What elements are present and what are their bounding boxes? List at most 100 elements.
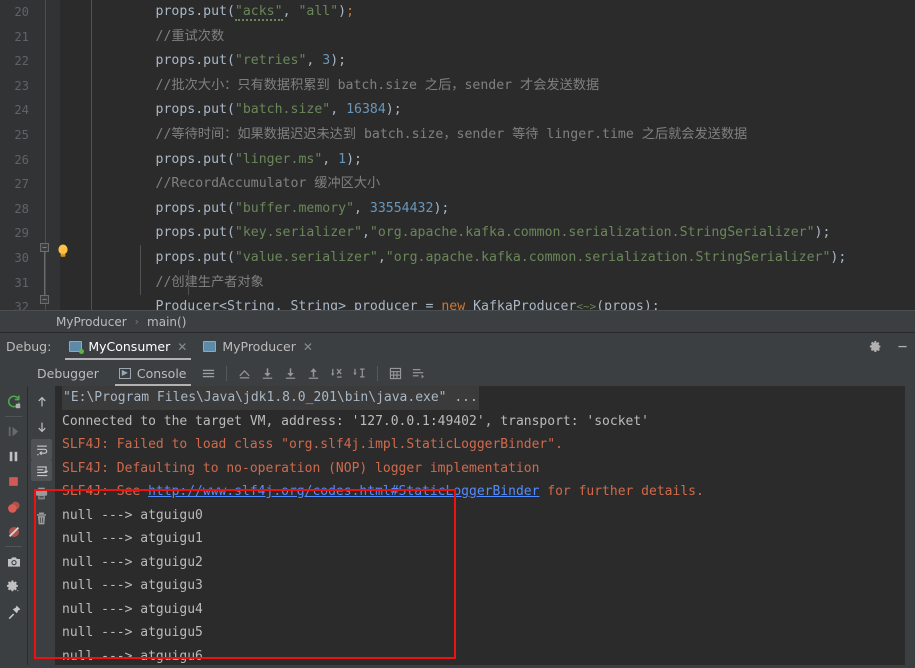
scroll-to-end-button[interactable]: [31, 460, 52, 481]
line-number: 29: [0, 221, 38, 246]
code-token: 1: [338, 152, 346, 167]
code-line[interactable]: props.put("key.serializer","org.apache.k…: [60, 221, 915, 246]
gear-icon[interactable]: [869, 340, 882, 353]
code-line[interactable]: //批次大小：只有数据积累到 batch.size 之后，sender 才会发送…: [60, 74, 915, 99]
console-line: null ---> atguigu4: [56, 598, 905, 622]
frames-icon[interactable]: [199, 364, 218, 383]
breadcrumb-method[interactable]: main(): [147, 315, 186, 329]
toolbar-separator: [226, 366, 227, 381]
breadcrumb-class[interactable]: MyProducer: [56, 315, 127, 329]
code-token: //RecordAccumulator 缓冲区大小: [92, 176, 380, 191]
mute-breakpoints-button[interactable]: [2, 519, 25, 544]
scroll-down-button[interactable]: [30, 414, 53, 439]
console-side-controls: [28, 386, 56, 668]
fold-collapse-icon-end[interactable]: −: [40, 295, 49, 304]
debug-session-icon: [203, 341, 216, 352]
code-token: "retries": [235, 53, 306, 68]
clear-all-button[interactable]: [30, 506, 53, 531]
code-line[interactable]: props.put("acks", "all");: [60, 0, 915, 25]
console-text: Connected to the target VM, address: '12…: [62, 414, 649, 429]
console-text: null ---> atguigu6: [62, 649, 203, 664]
editor-fold-strip[interactable]: [38, 0, 60, 310]
console-text: null ---> atguigu2: [62, 555, 203, 570]
console-scrollbar[interactable]: [905, 386, 915, 668]
code-token: props.put(: [92, 201, 235, 216]
code-line[interactable]: props.put("buffer.memory", 33554432);: [60, 197, 915, 222]
gutter-divider: [45, 0, 46, 310]
code-token: "acks": [235, 4, 283, 21]
console-line: Connected to the target VM, address: '12…: [56, 410, 905, 434]
console-text: null ---> atguigu0: [62, 508, 203, 523]
code-token: ): [338, 4, 346, 19]
run-to-cursor-icon[interactable]: [350, 364, 369, 383]
scroll-up-button[interactable]: [30, 389, 53, 414]
step-into-icon[interactable]: [281, 364, 300, 383]
close-icon[interactable]: ✕: [177, 341, 187, 353]
screenshot-button[interactable]: [2, 549, 25, 574]
code-token: "key.serializer": [235, 225, 362, 240]
breadcrumb[interactable]: MyProducer › main(): [0, 310, 915, 332]
debug-tab-myconsumer[interactable]: MyConsumer ✕: [61, 333, 195, 360]
line-number: 26: [0, 148, 38, 173]
line-number: 32: [0, 295, 38, 310]
rerun-button[interactable]: [2, 389, 25, 414]
print-button[interactable]: [30, 481, 53, 506]
debug-tab-label: MyProducer: [222, 339, 296, 354]
line-number: 22: [0, 49, 38, 74]
show-execution-point-icon[interactable]: [235, 364, 254, 383]
code-token: "linger.ms": [235, 152, 322, 167]
debug-header-actions: [869, 333, 909, 360]
code-token: ,: [378, 250, 386, 265]
console-line: SLF4J: Defaulting to no-operation (NOP) …: [56, 457, 905, 481]
step-out-icon[interactable]: [304, 364, 323, 383]
code-line[interactable]: props.put("retries", 3);: [60, 49, 915, 74]
code-line[interactable]: props.put("linger.ms", 1);: [60, 148, 915, 173]
force-step-into-icon[interactable]: [327, 364, 346, 383]
code-line[interactable]: //重试次数: [60, 25, 915, 50]
code-token: new: [441, 299, 465, 310]
ide-window: props.put("acks", "all"); //重试次数 props.p…: [0, 0, 915, 667]
debug-tab-myproducer[interactable]: MyProducer ✕: [195, 333, 321, 360]
soft-wrap-button[interactable]: [31, 439, 52, 460]
code-token: "batch.size": [235, 102, 330, 117]
mute-breakpoints-icon[interactable]: [409, 364, 428, 383]
pause-program-button[interactable]: [2, 444, 25, 469]
code-line[interactable]: //RecordAccumulator 缓冲区大小: [60, 172, 915, 197]
evaluate-expression-icon[interactable]: [386, 364, 405, 383]
code-line[interactable]: Producer<String, String> producer = new …: [60, 295, 915, 310]
code-line[interactable]: props.put("value.serializer","org.apache…: [60, 246, 915, 271]
console-text: null ---> atguigu4: [62, 602, 203, 617]
console-line: null ---> atguigu1: [56, 527, 905, 551]
code-token: //等待时间：如果数据迟迟未达到 batch.size，sender 等待 li…: [92, 127, 747, 142]
fold-collapse-icon[interactable]: −: [40, 243, 49, 252]
console-line: null ---> atguigu2: [56, 551, 905, 575]
line-number-column: 2021222324252627282930313233343536: [0, 0, 38, 310]
close-icon[interactable]: ✕: [303, 341, 313, 353]
code-token: Producer<String, String> producer =: [92, 299, 441, 310]
tab-console[interactable]: ▶ Console: [109, 360, 197, 386]
view-breakpoints-button[interactable]: [2, 494, 25, 519]
debug-tool-window: Debug: MyConsumer ✕ MyProducer ✕: [0, 332, 915, 668]
console-output[interactable]: "E:\Program Files\Java\jdk1.8.0_201\bin\…: [56, 386, 905, 668]
tab-debugger[interactable]: Debugger: [27, 360, 109, 386]
code-token: );: [386, 102, 402, 117]
code-token: 33554432: [370, 201, 434, 216]
code-text-area[interactable]: props.put("acks", "all"); //重试次数 props.p…: [60, 0, 915, 310]
console-text: for further details.: [539, 484, 703, 499]
code-editor[interactable]: props.put("acks", "all"); //重试次数 props.p…: [0, 0, 915, 310]
resume-program-button[interactable]: [2, 419, 25, 444]
step-over-icon[interactable]: [258, 364, 277, 383]
stop-button[interactable]: [2, 469, 25, 494]
code-token: 16384: [346, 102, 386, 117]
intention-bulb-icon[interactable]: [56, 243, 70, 259]
console-link[interactable]: http://www.slf4j.org/codes.html#StaticLo…: [148, 484, 539, 499]
hide-window-icon[interactable]: [896, 340, 909, 353]
code-token: "org.apache.kafka.common.serialization.S…: [386, 250, 831, 265]
code-line[interactable]: //等待时间：如果数据迟迟未达到 batch.size，sender 等待 li…: [60, 123, 915, 148]
code-token: props.put(: [92, 53, 235, 68]
debug-label: Debug:: [0, 339, 51, 354]
code-line[interactable]: props.put("batch.size", 16384);: [60, 98, 915, 123]
pin-tab-button[interactable]: [2, 599, 25, 624]
settings-button[interactable]: [2, 574, 25, 599]
console-text: null ---> atguigu3: [62, 578, 203, 593]
